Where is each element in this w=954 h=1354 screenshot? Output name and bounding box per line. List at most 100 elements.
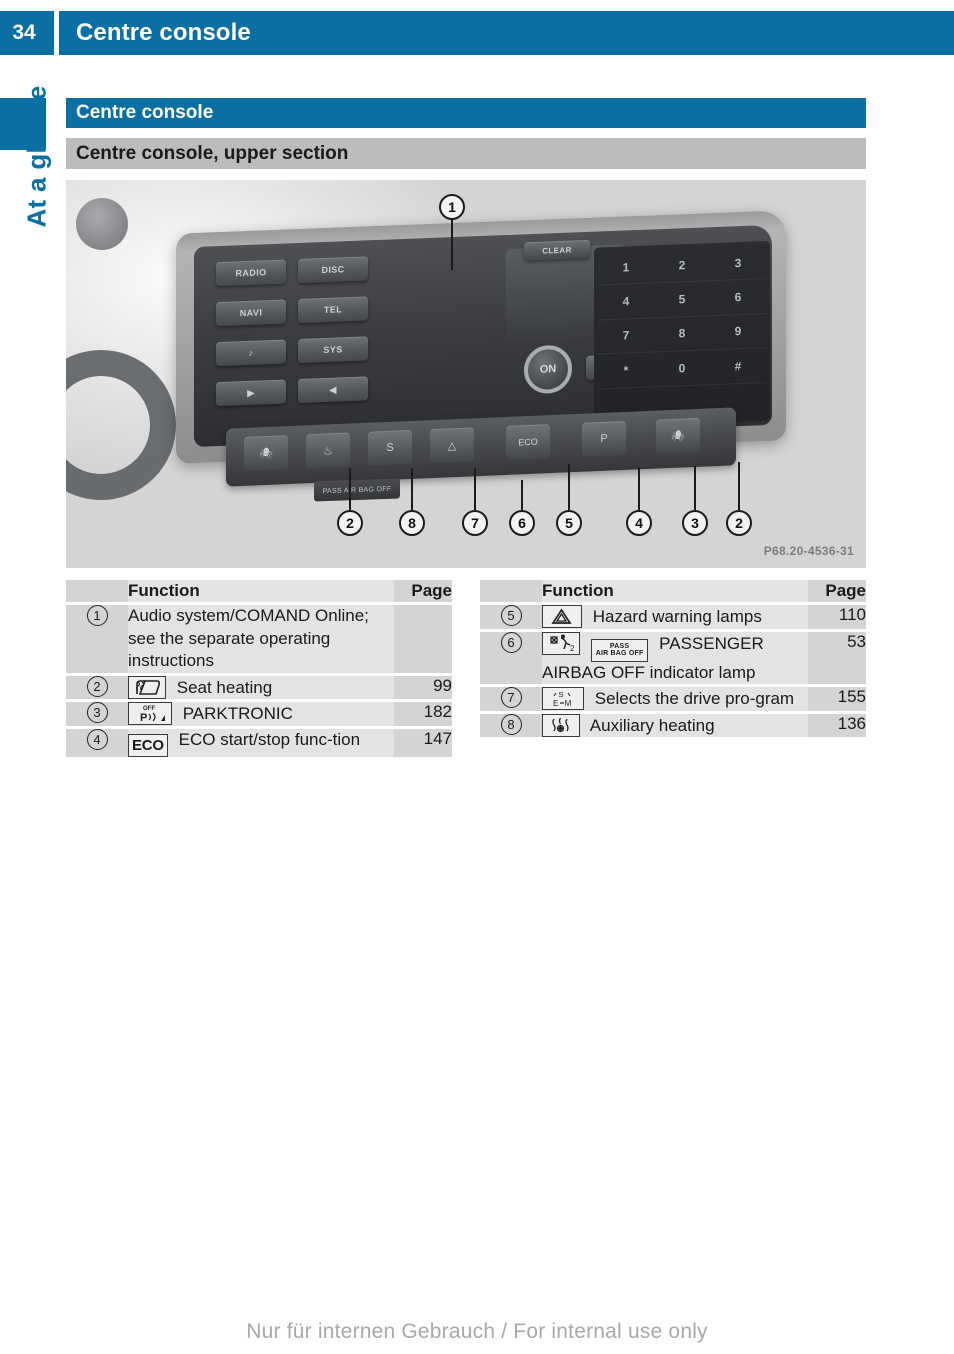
radio-button-forward: ◀	[298, 376, 368, 404]
parktronic-icon: OFF P	[128, 702, 172, 726]
radio-button-tel: TEL	[298, 296, 368, 324]
page-header: 34 Centre console	[0, 11, 954, 55]
row-number-cell: 4	[66, 725, 128, 757]
callout-leader	[411, 468, 413, 510]
function-text: Audio system/COMAND Online; see the sepa…	[128, 606, 369, 671]
callout-number-badge: 8	[500, 713, 522, 735]
table-row: 8 Auxiliary heating 136	[480, 710, 866, 738]
keypad-key: 3	[710, 245, 766, 282]
callout-number-badge: 2	[86, 675, 108, 697]
callout-number-badge: 5	[500, 605, 522, 627]
callout-2b: 2	[726, 510, 752, 536]
keypad-key: #	[710, 348, 766, 385]
table-row: 3 OFF P PARKTRONIC 182	[66, 699, 452, 726]
keypad-key: 7	[598, 318, 654, 355]
row-function-cell: OFF P PARKTRONIC	[128, 699, 394, 726]
callout-leader	[521, 480, 523, 510]
eco-switch: ECO	[506, 424, 550, 460]
column-header-number	[480, 580, 542, 603]
row-page-cell: 53	[808, 628, 866, 685]
figure-reference: P68.20-4536-31	[763, 544, 854, 558]
table-row: 2 Seat heating 99	[66, 672, 452, 700]
table-row: 6 2 PASS AIR BAG OFF PASSENGER AIRBAG OF…	[480, 628, 866, 685]
svg-text:P: P	[140, 712, 147, 723]
hazard-warning-icon	[542, 605, 582, 629]
keypad-key: 5	[654, 281, 710, 319]
function-text: ECO start/stop func‑tion	[178, 729, 361, 749]
callout-4: 4	[626, 510, 652, 536]
keypad-key: 8	[654, 315, 710, 353]
row-number-cell: 1	[66, 602, 128, 673]
column-header-page: Page	[808, 580, 866, 603]
keypad-key: 1	[598, 249, 654, 286]
eco-icon: ECO	[128, 733, 168, 757]
seat-heating-icon	[128, 675, 166, 699]
row-number-cell: 8	[480, 710, 542, 738]
column-header-number	[66, 580, 128, 603]
function-text: Selects the drive pro‑gram	[594, 689, 795, 709]
auxiliary-heating-icon	[542, 713, 580, 737]
callout-number-badge: 6	[500, 631, 522, 653]
table-row: 4 ECO ECO start/stop func‑tion 147	[66, 725, 452, 757]
table-row: 7 S E M Selects the drive pro‑gram 155	[480, 684, 866, 711]
callout-number-badge: 3	[86, 702, 108, 724]
callout-6: 6	[509, 510, 535, 536]
callout-leader	[568, 464, 570, 510]
clear-button: CLEAR	[524, 239, 590, 261]
callout-number-badge: 1	[86, 605, 108, 627]
row-page-cell: 182	[394, 699, 452, 726]
callout-leader	[474, 468, 476, 510]
row-function-cell: 2 PASS AIR BAG OFF PASSENGER AIRBAG OFF …	[542, 628, 808, 685]
radio-button-navi: NAVI	[216, 299, 286, 327]
parktronic-switch: P	[582, 420, 626, 457]
row-function-cell: ECO ECO start/stop func‑tion	[128, 725, 394, 757]
callout-number-badge: 4	[86, 728, 108, 750]
column-header-function: Function	[542, 580, 808, 603]
row-number-cell: 2	[66, 672, 128, 700]
callout-number-badge: 7	[500, 687, 522, 709]
callout-1: 1	[439, 194, 465, 220]
svg-text:E: E	[553, 699, 558, 708]
airbag-off-pictogram-icon: 2	[542, 631, 580, 655]
centre-console-illustration: RADIO DISC NAVI TEL ♪ SYS ▶ ◀ CLEAR ON ▶…	[66, 180, 866, 568]
callout-2: 2	[337, 510, 363, 536]
legend-table-right: Function Page 5 Hazard warning lamps 110…	[480, 580, 866, 738]
legend-table-left: Function Page 1 Audio system/COMAND Onli…	[66, 580, 452, 757]
pass-label-line1: PASS	[609, 642, 630, 650]
row-page-cell	[394, 602, 452, 673]
table-header-row: Function Page	[66, 580, 452, 603]
subsection-title: Centre console, upper section	[76, 142, 349, 164]
subsection-title-bar: Centre console, upper section	[66, 138, 866, 169]
svg-text:2: 2	[570, 644, 575, 653]
function-text: Auxiliary heating	[589, 715, 715, 735]
svg-text:M: M	[565, 699, 572, 708]
callout-3: 3	[682, 510, 708, 536]
chapter-tab-label: At a glance	[21, 85, 52, 228]
radio-button-sys: SYS	[298, 336, 368, 364]
callout-leader	[694, 466, 696, 510]
row-number-cell: 6	[480, 628, 542, 685]
pass-airbag-off-label-icon: PASS AIR BAG OFF	[590, 638, 649, 662]
column-header-page: Page	[394, 580, 452, 603]
row-function-cell: Hazard warning lamps	[542, 602, 808, 629]
row-page-cell: 110	[808, 602, 866, 629]
air-vent-knob	[76, 198, 128, 250]
row-function-cell: Auxiliary heating	[542, 710, 808, 738]
callout-5: 5	[556, 510, 582, 536]
callout-leader	[638, 468, 640, 510]
footer-watermark: Nur für internen Gebrauch / For internal…	[246, 1320, 708, 1343]
keypad-key: 2	[654, 247, 710, 284]
row-number-cell: 5	[480, 602, 542, 629]
section-title-bar: Centre console	[66, 98, 866, 128]
function-text: PARKTRONIC	[182, 704, 293, 724]
keypad-key: *	[598, 352, 654, 390]
callout-leader	[451, 218, 453, 270]
radio-button-media: ♪	[216, 339, 286, 367]
drive-program-icon: S E M	[542, 687, 584, 711]
running-title: Centre console	[76, 19, 251, 46]
function-text: Seat heating	[176, 677, 273, 697]
row-function-cell: Seat heating	[128, 672, 394, 700]
row-page-cell: 136	[808, 710, 866, 738]
radio-button-disc: DISC	[298, 256, 368, 284]
keypad-key: 0	[654, 350, 710, 387]
